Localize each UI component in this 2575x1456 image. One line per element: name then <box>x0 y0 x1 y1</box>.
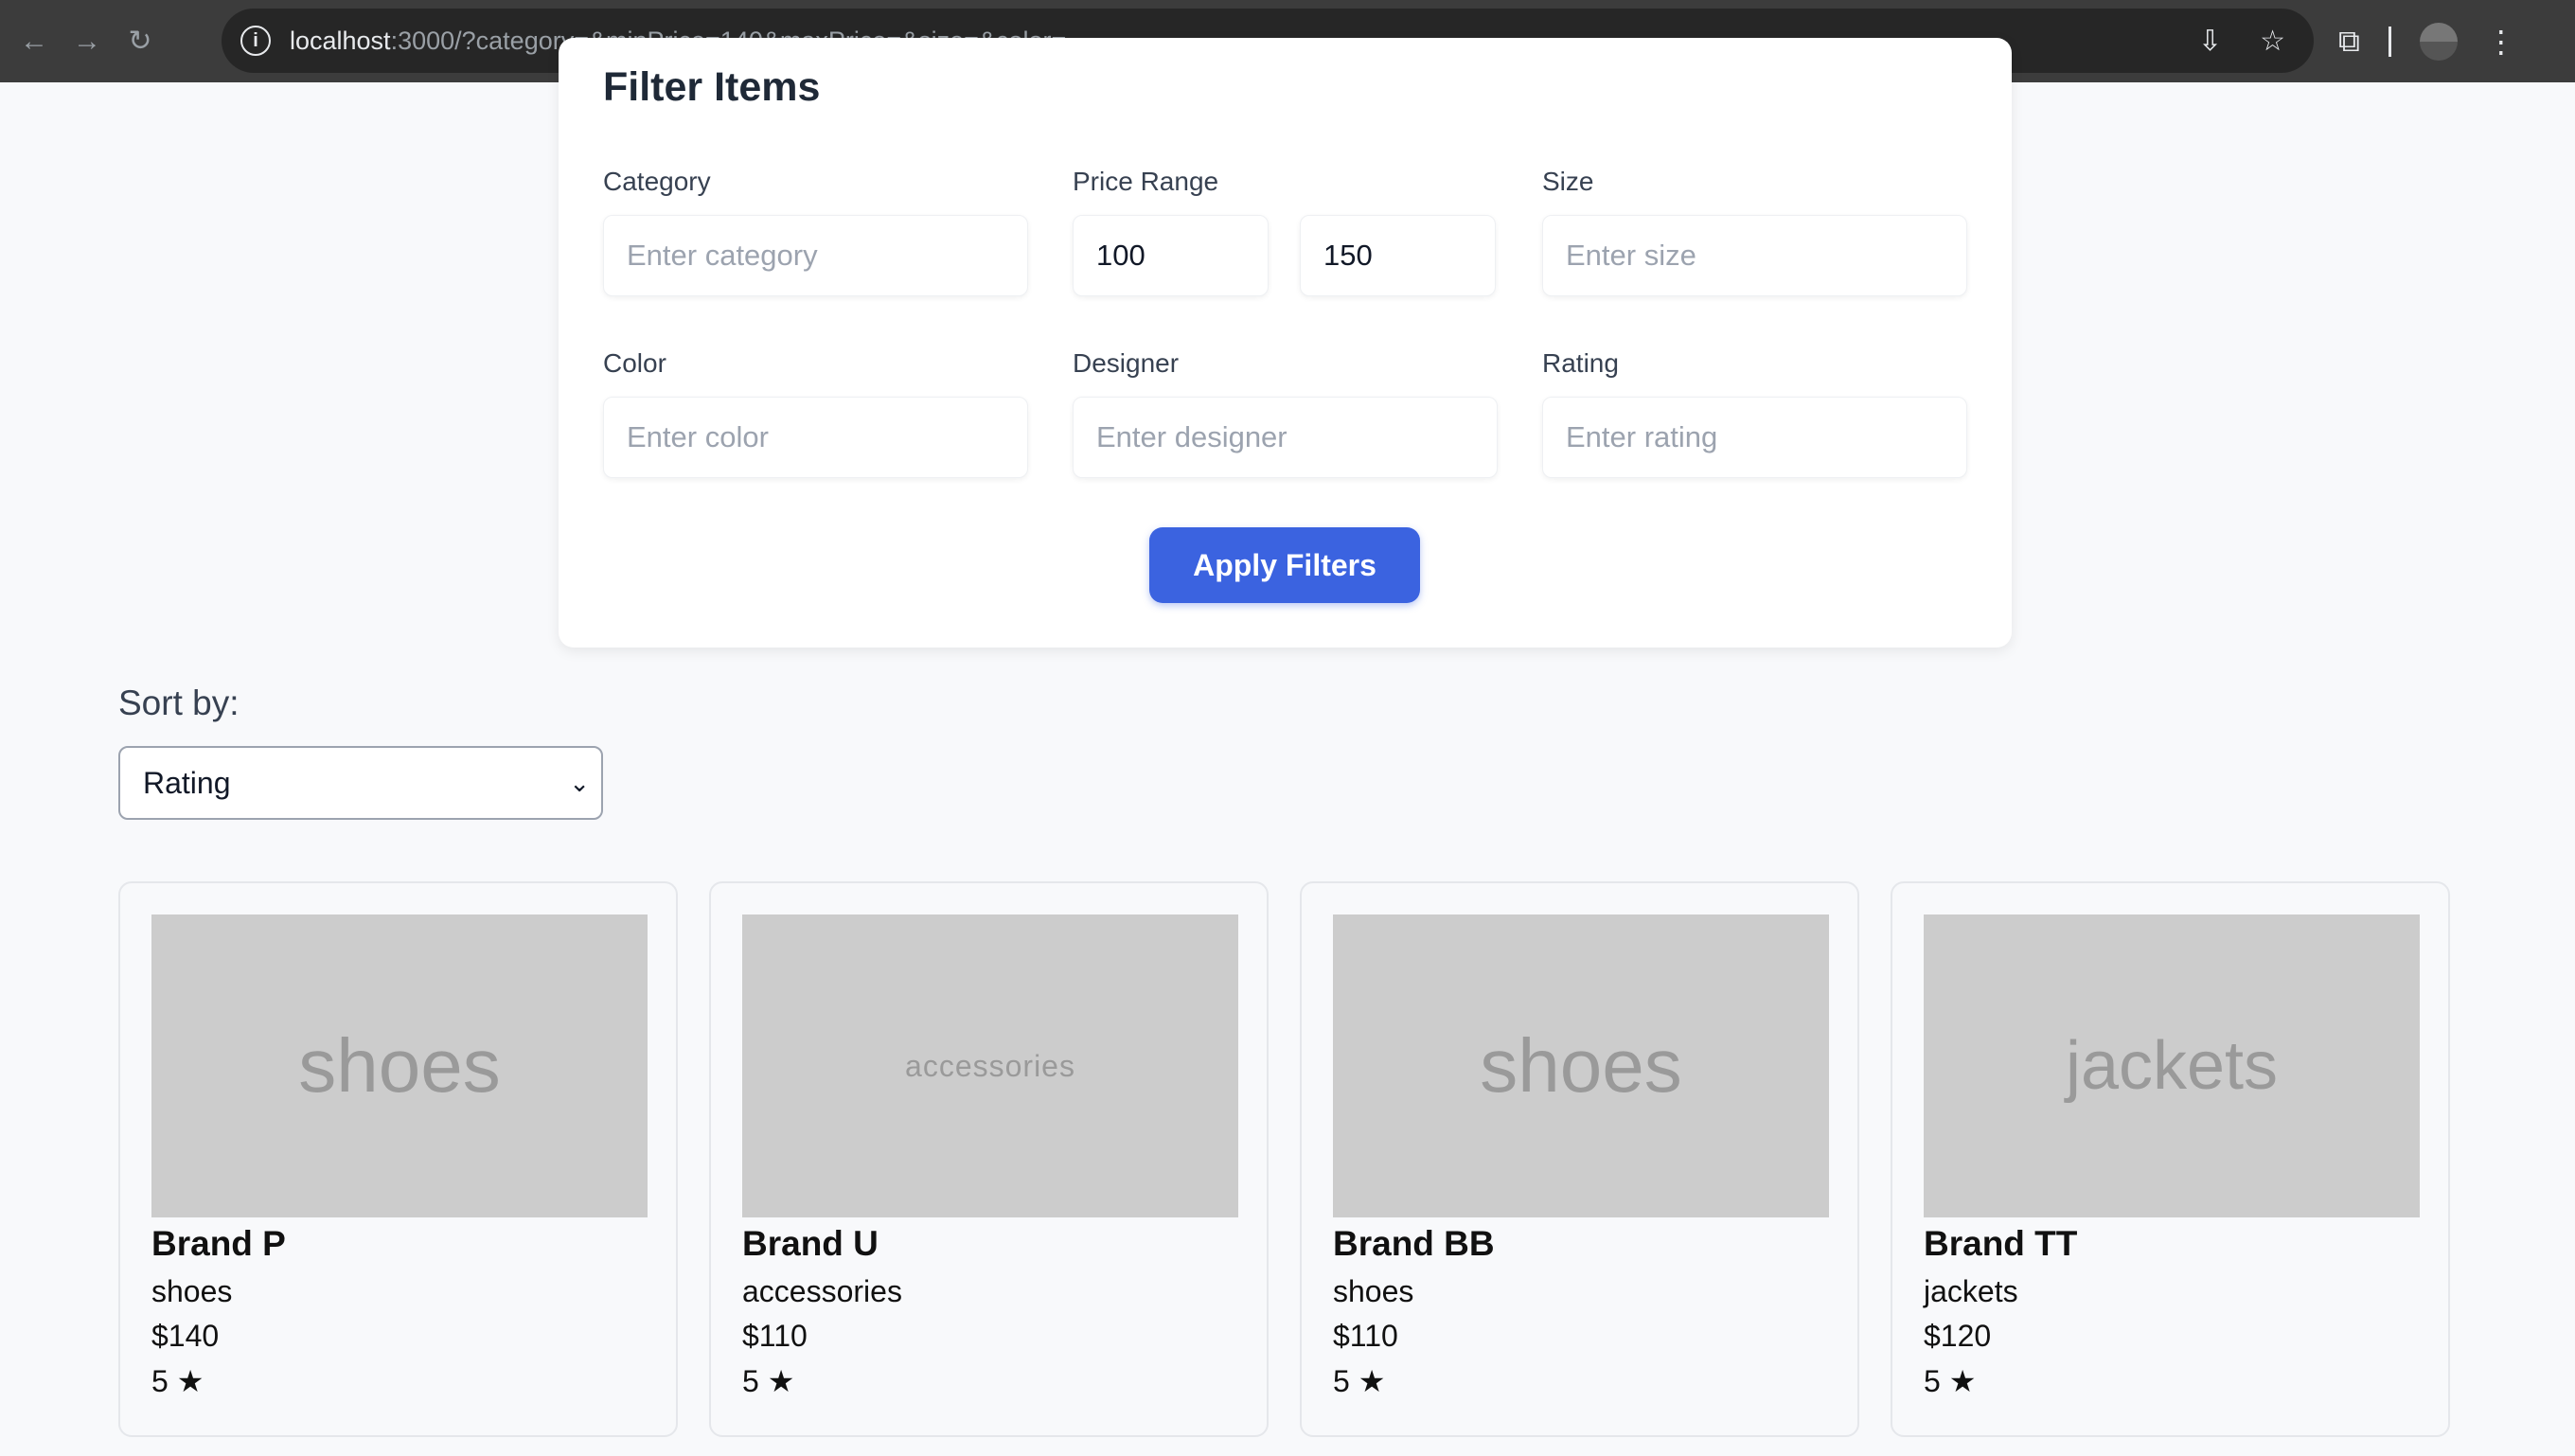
rating-input[interactable] <box>1542 397 1967 478</box>
product-image-placeholder: accessories <box>742 914 1238 1217</box>
filter-panel: Filter Items Category Price Range Size C… <box>559 38 2012 648</box>
forward-icon[interactable]: → <box>68 23 106 61</box>
product-card[interactable]: accessories Brand U accessories $110 5 ★ <box>709 881 1269 1437</box>
reload-icon[interactable]: ↻ <box>121 23 159 61</box>
product-card[interactable]: shoes Brand BB shoes $110 5 ★ <box>1300 881 1859 1437</box>
install-app-icon[interactable]: ⇩ <box>2198 25 2222 58</box>
chevron-down-icon: ⌄ <box>569 769 590 797</box>
product-category: shoes <box>151 1274 233 1308</box>
bookmark-star-icon[interactable]: ☆ <box>2260 25 2285 58</box>
product-rating: 5 ★ <box>151 1364 204 1398</box>
product-image-placeholder: shoes <box>1333 914 1829 1217</box>
url-host: localhost <box>290 26 391 55</box>
designer-label: Designer <box>1073 348 1180 378</box>
product-brand: Brand U <box>742 1224 879 1263</box>
category-label: Category <box>603 167 711 196</box>
product-price: $120 <box>1924 1319 1992 1353</box>
product-brand: Brand BB <box>1333 1224 1495 1263</box>
back-icon[interactable]: ← <box>15 23 53 61</box>
apply-filters-button[interactable]: Apply Filters <box>1149 527 1420 603</box>
product-price: $110 <box>742 1319 808 1353</box>
product-rating: 5 ★ <box>742 1364 795 1398</box>
sort-label: Sort by: <box>118 684 240 722</box>
sort-selected-value: Rating <box>143 765 231 800</box>
category-input[interactable] <box>603 215 1028 296</box>
product-price: $110 <box>1333 1319 1398 1353</box>
profile-avatar[interactable] <box>2419 22 2458 61</box>
size-input[interactable] <box>1542 215 1967 296</box>
min-price-input[interactable] <box>1073 215 1269 296</box>
filter-title: Filter Items <box>603 64 821 110</box>
product-category: jackets <box>1924 1274 2018 1308</box>
color-label: Color <box>603 348 666 378</box>
product-card[interactable]: shoes Brand P shoes $140 5 ★ <box>118 881 678 1437</box>
designer-input[interactable] <box>1073 397 1498 478</box>
product-category: shoes <box>1333 1274 1414 1308</box>
product-card[interactable]: jackets Brand TT jackets $120 5 ★ <box>1891 881 2450 1437</box>
product-brand: Brand TT <box>1924 1224 2078 1263</box>
browser-menu-icon[interactable]: ⋮ <box>2486 24 2516 60</box>
site-info-icon[interactable]: i <box>240 26 271 56</box>
rating-label: Rating <box>1542 348 1619 378</box>
product-category: accessories <box>742 1274 902 1308</box>
toolbar-divider <box>2388 26 2391 57</box>
color-input[interactable] <box>603 397 1028 478</box>
product-brand: Brand P <box>151 1224 286 1263</box>
size-label: Size <box>1542 167 1594 196</box>
product-price: $140 <box>151 1319 220 1353</box>
price-range-label: Price Range <box>1073 167 1219 196</box>
product-image-placeholder: shoes <box>151 914 648 1217</box>
sort-select[interactable]: Rating ⌄ <box>118 746 603 820</box>
max-price-input[interactable] <box>1300 215 1496 296</box>
product-image-placeholder: jackets <box>1924 914 2420 1217</box>
product-rating: 5 ★ <box>1924 1364 1977 1398</box>
extensions-icon[interactable]: ⧉ <box>2338 24 2360 60</box>
product-rating: 5 ★ <box>1333 1364 1386 1398</box>
